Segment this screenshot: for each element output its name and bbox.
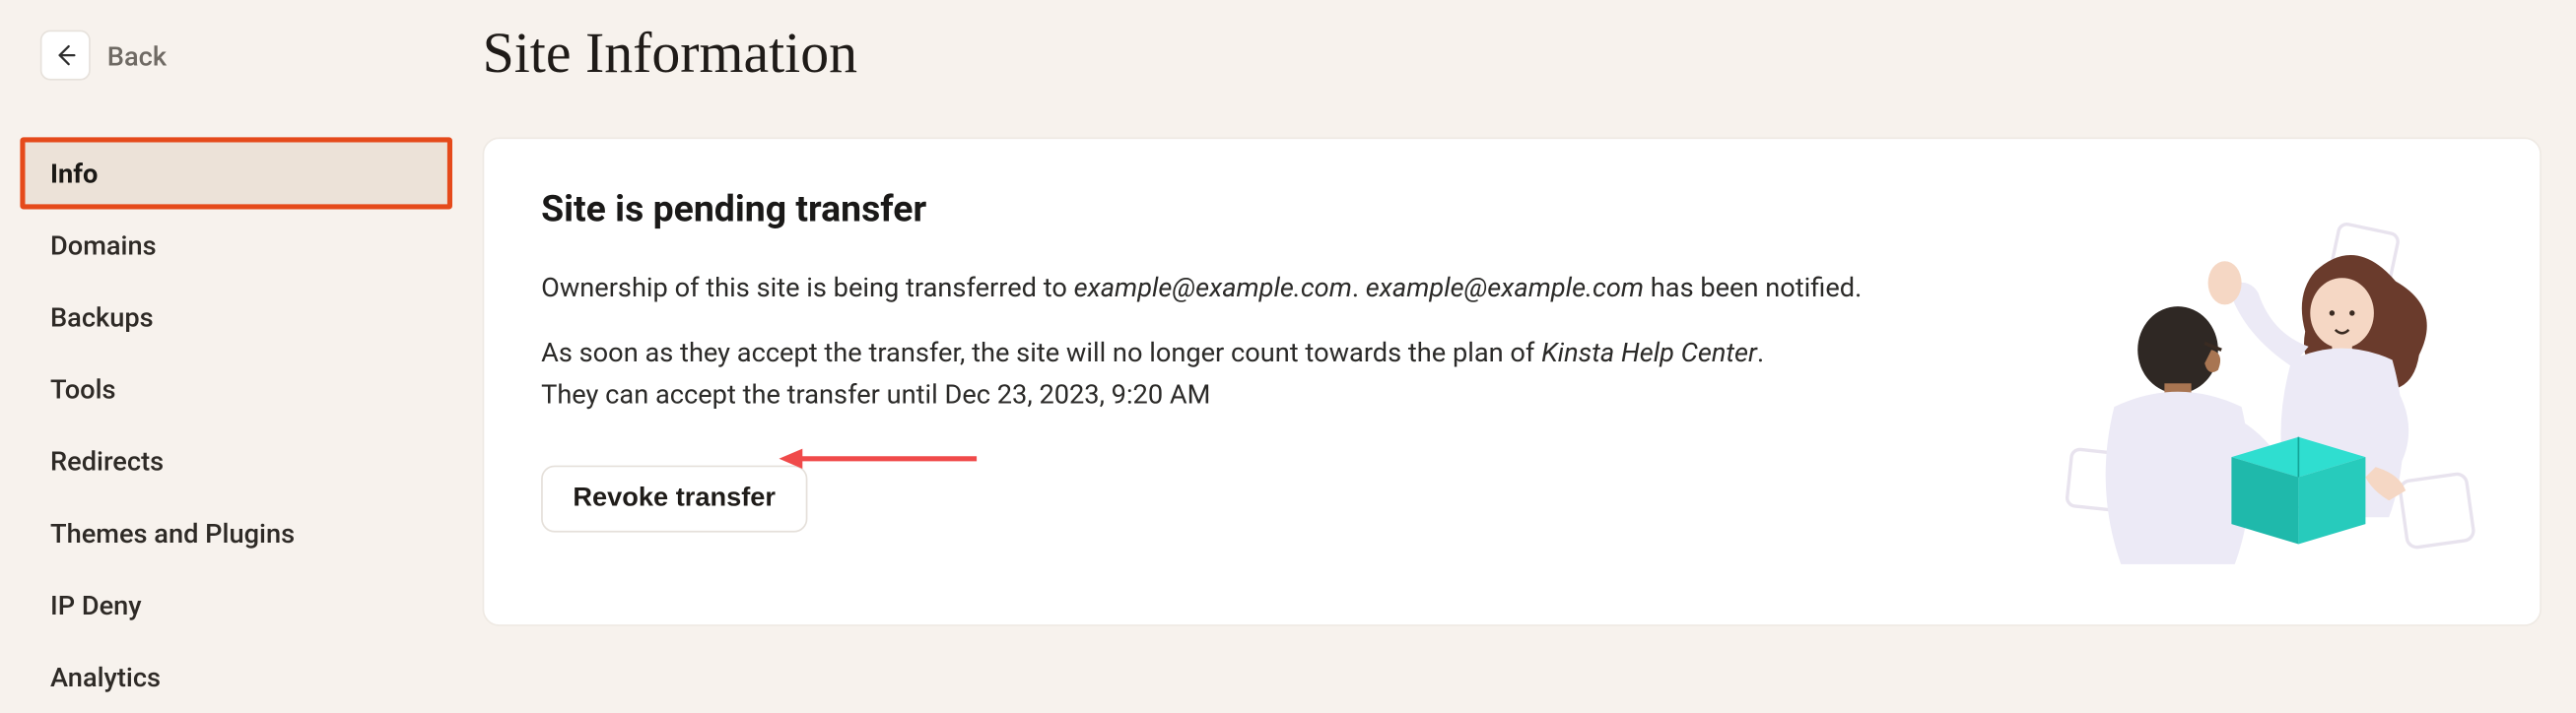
sidebar-item-domains[interactable]: Domains [20, 210, 452, 282]
sidebar-item-label: IP Deny [50, 589, 142, 620]
sidebar-item-label: Tools [50, 373, 116, 405]
sidebar-item-ip-deny[interactable]: IP Deny [20, 569, 452, 641]
transfer-card: Site is pending transfer Ownership of th… [483, 137, 2542, 625]
main-content: Site Information Site is pending transfe… [452, 0, 2575, 691]
transfer-email-2: example@example.com [1366, 271, 1644, 302]
transfer-ownership-text: Ownership of this site is being transfer… [541, 268, 1991, 309]
sidebar-item-tools[interactable]: Tools [20, 354, 452, 425]
sidebar-item-label: Themes and Plugins [50, 517, 295, 549]
sidebar-item-label: Analytics [50, 662, 161, 693]
sidebar-item-themes-plugins[interactable]: Themes and Plugins [20, 497, 452, 569]
sidebar-item-backups[interactable]: Backups [20, 282, 452, 354]
sidebar-item-info[interactable]: Info [20, 137, 452, 209]
annotation-arrow [780, 445, 981, 472]
sidebar: Back Info Domains Backups Tools Redirect… [0, 0, 452, 691]
transfer-illustration [2030, 189, 2482, 574]
transfer-email-1: example@example.com [1074, 271, 1352, 302]
transfer-plan-name: Kinsta Help Center [1541, 336, 1757, 367]
arrow-left-icon [52, 42, 79, 69]
back-row: Back [0, 31, 452, 81]
transfer-plan-text: As soon as they accept the transfer, the… [541, 333, 1991, 416]
sidebar-item-label: Redirects [50, 445, 164, 477]
transfer-card-body: Site is pending transfer Ownership of th… [541, 189, 1991, 574]
sidebar-item-label: Backups [50, 301, 154, 333]
sidebar-item-analytics[interactable]: Analytics [20, 641, 452, 713]
sidebar-nav: Info Domains Backups Tools Redirects The… [0, 137, 452, 713]
revoke-transfer-label: Revoke transfer [573, 485, 776, 513]
sidebar-item-label: Info [50, 158, 98, 189]
back-label: Back [107, 39, 167, 71]
sidebar-item-label: Domains [50, 229, 157, 261]
revoke-transfer-button[interactable]: Revoke transfer [541, 466, 807, 533]
page-title: Site Information [483, 24, 2542, 88]
transfer-deadline: Dec 23, 2023, 9:20 AM [945, 378, 1211, 410]
transfer-heading: Site is pending transfer [541, 189, 1991, 231]
back-button[interactable] [40, 31, 91, 81]
sidebar-item-redirects[interactable]: Redirects [20, 425, 452, 497]
